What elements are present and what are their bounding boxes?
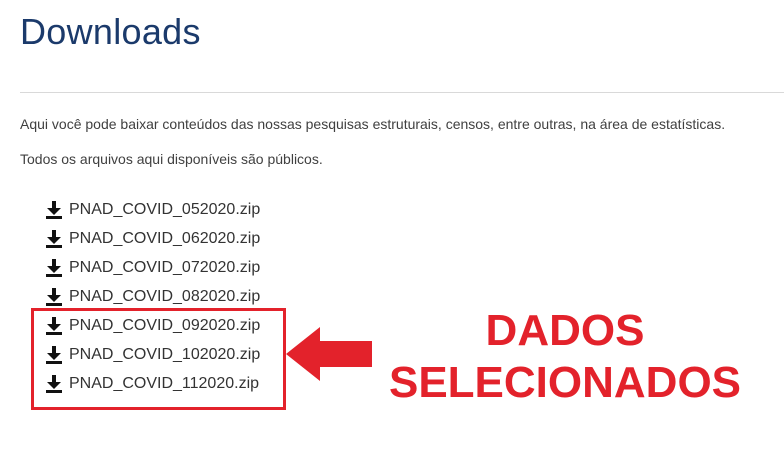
page-title: Downloads (20, 11, 201, 52)
divider (20, 92, 784, 93)
file-name: PNAD_COVID_052020.zip (69, 200, 261, 218)
file-download-link[interactable]: PNAD_COVID_052020.zip (45, 200, 260, 220)
list-item: PNAD_COVID_052020.zip (45, 195, 260, 224)
file-name: PNAD_COVID_082020.zip (69, 287, 261, 305)
list-item: PNAD_COVID_082020.zip (45, 282, 260, 311)
download-icon (45, 287, 63, 307)
file-download-link[interactable]: PNAD_COVID_072020.zip (45, 258, 260, 278)
list-item: PNAD_COVID_072020.zip (45, 253, 260, 282)
file-name: PNAD_COVID_062020.zip (69, 229, 261, 247)
download-icon (45, 229, 63, 249)
download-icon (45, 200, 63, 220)
left-arrow-icon (286, 327, 372, 381)
download-icon (45, 258, 63, 278)
file-name: PNAD_COVID_072020.zip (69, 258, 261, 276)
public-files-note: Todos os arquivos aqui disponíveis são p… (20, 151, 323, 167)
file-download-link[interactable]: PNAD_COVID_062020.zip (45, 229, 260, 249)
file-download-link[interactable]: PNAD_COVID_082020.zip (45, 287, 260, 307)
annotation-line-1: DADOS (485, 306, 645, 355)
intro-text: Aqui você pode baixar conteúdos das noss… (20, 116, 726, 132)
annotation-line-2: SELECIONADOS (388, 358, 742, 407)
list-item: PNAD_COVID_062020.zip (45, 224, 260, 253)
selected-data-annotation: DADOS SELECIONADOS (385, 305, 745, 409)
selection-highlight-box (31, 308, 286, 410)
